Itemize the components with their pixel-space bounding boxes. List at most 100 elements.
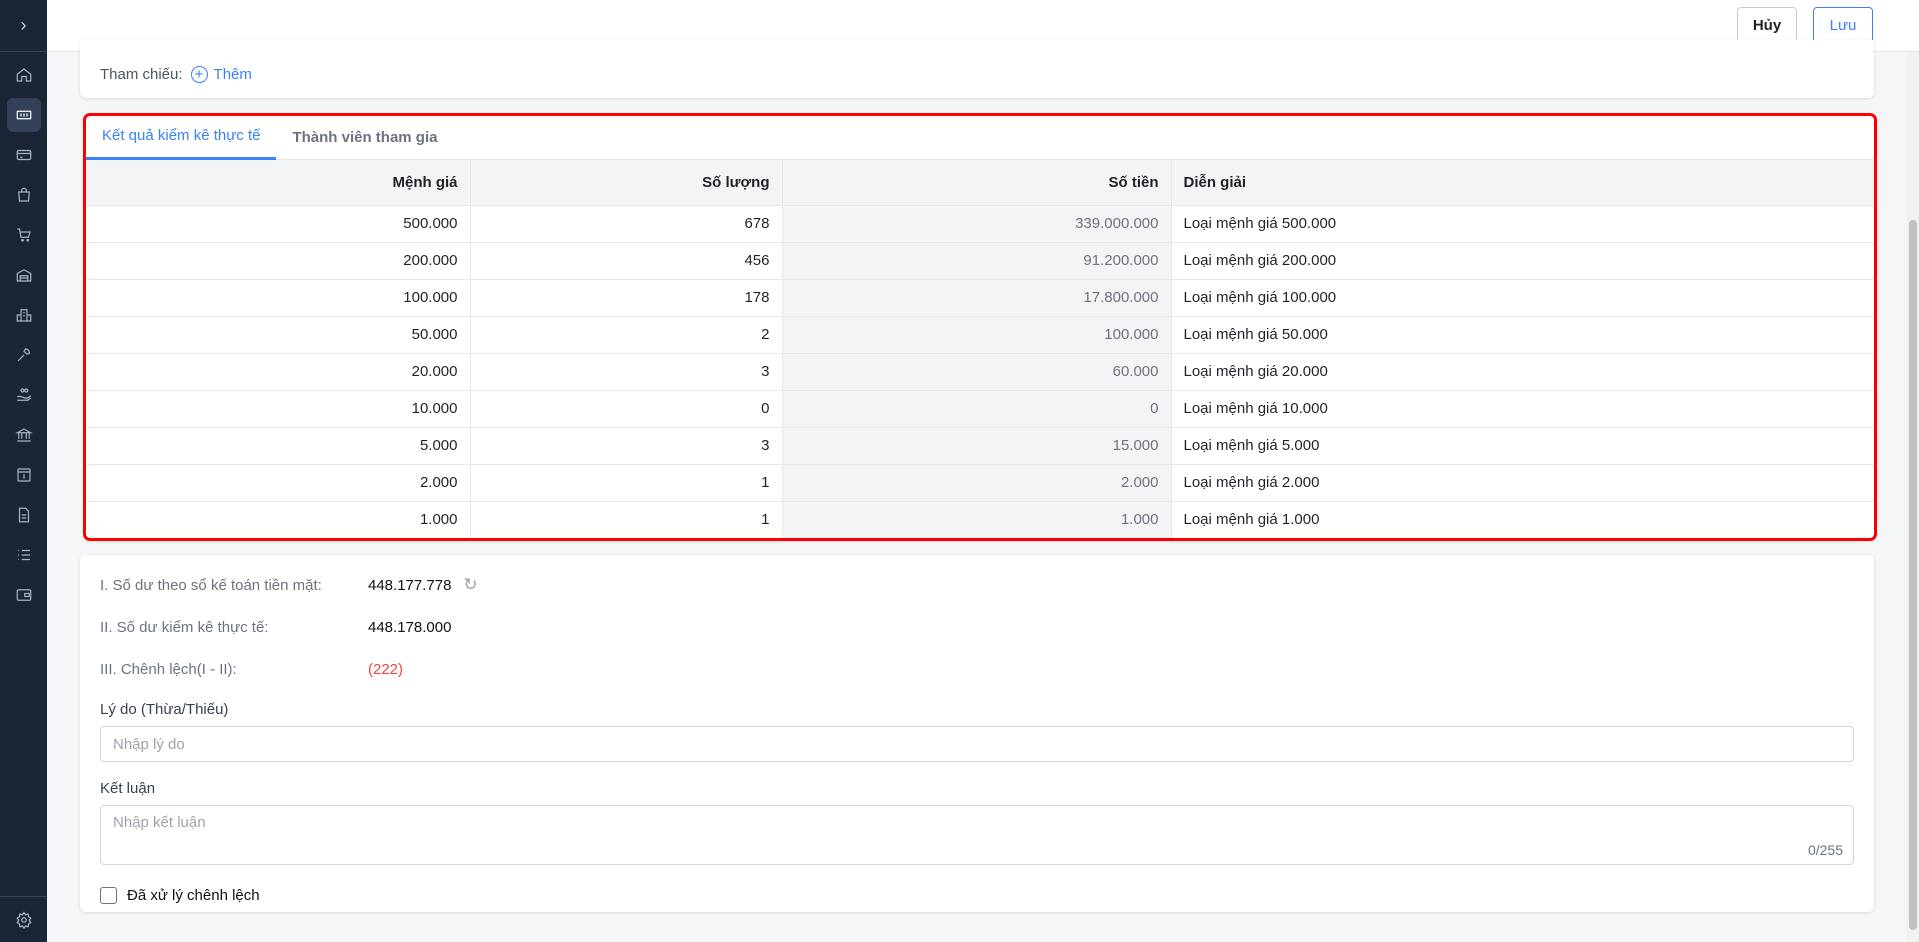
hand-coins-icon	[16, 388, 31, 401]
table-row: 2.000 1 2.000 Loại mệnh giá 2.000	[84, 464, 1876, 502]
amount-cell: 15.000	[782, 427, 1172, 465]
quantity-cell[interactable]: 178	[470, 279, 783, 317]
sidebar-item-home[interactable]	[7, 58, 41, 92]
denomination-cell: 100.000	[84, 279, 471, 317]
checkbox-box[interactable]	[100, 887, 117, 904]
description-cell: Loại mệnh giá 50.000	[1171, 316, 1876, 354]
table-row: 200.000 456 91.200.000 Loại mệnh giá 200.00…	[84, 242, 1876, 280]
buildings-icon	[16, 309, 31, 322]
quantity-cell[interactable]: 1	[470, 464, 783, 502]
sidebar-item-list[interactable]	[7, 538, 41, 572]
plus-circle-icon: +	[190, 65, 208, 83]
quantity-cell[interactable]: 0	[470, 390, 783, 428]
sidebar-item-bank[interactable]	[7, 418, 41, 452]
sidebar-item-tools[interactable]	[7, 338, 41, 372]
quantity-cell[interactable]: 3	[470, 427, 783, 465]
description-cell: Loại mệnh giá 20.000	[1171, 353, 1876, 391]
quantity-cell[interactable]: 2	[470, 316, 783, 354]
quantity-cell[interactable]: 1	[470, 501, 783, 539]
table-row: 20.000 3 60.000 Loại mệnh giá 20.000	[84, 353, 1876, 391]
add-reference-button[interactable]: + Thêm	[190, 65, 252, 83]
summary-card: I. Số dư theo sổ kế toán tiền mặt: 448.17…	[80, 555, 1874, 912]
reference-label: Tham chiếu:	[100, 65, 183, 83]
description-cell: Loại mệnh giá 1.000	[1171, 501, 1876, 539]
warehouse-icon	[16, 269, 31, 282]
col-amount: Số tiền	[782, 160, 1172, 206]
shopping-bag-icon	[17, 187, 30, 202]
col-description: Diễn giải	[1171, 160, 1876, 206]
col-quantity: Số lượng	[470, 160, 783, 206]
sidebar-item-invoice[interactable]	[7, 458, 41, 492]
denomination-cell: 5.000	[84, 427, 471, 465]
difference-label: III. Chênh lệch(I - II):	[100, 660, 237, 678]
chevron-right-icon: ›	[20, 15, 27, 35]
denomination-cell: 200.000	[84, 242, 471, 280]
table-row: 100.000 178 17.800.000 Loại mệnh giá 100.00…	[84, 279, 1876, 317]
invoice-icon	[16, 468, 31, 482]
gear-icon	[15, 910, 32, 929]
description-cell: Loại mệnh giá 10.000	[1171, 390, 1876, 428]
table-row: 50.000 2 100.000 Loại mệnh giá 50.000	[84, 316, 1876, 354]
settings-button[interactable]	[0, 896, 47, 942]
handled-checkbox[interactable]: Đã xử lý chênh lệch	[100, 887, 1854, 904]
save-button[interactable]: Lưu	[1813, 7, 1873, 43]
tools-icon	[17, 348, 30, 362]
sidebar: ›	[0, 0, 47, 942]
amount-cell: 2.000	[782, 464, 1172, 502]
table-row: 500.000 678 339.000.000 Loại mệnh giá 500.0…	[84, 205, 1876, 243]
quantity-cell[interactable]: 678	[470, 205, 783, 243]
description-cell: Loại mệnh giá 100.000	[1171, 279, 1876, 317]
actual-balance-value: 448.178.000	[368, 618, 452, 636]
amount-cell: 60.000	[782, 353, 1172, 391]
scrollbar[interactable]	[1907, 52, 1919, 942]
quantity-cell[interactable]: 456	[470, 242, 783, 280]
sidebar-item-warehouse[interactable]	[7, 258, 41, 292]
description-cell: Loại mệnh giá 2.000	[1171, 464, 1876, 502]
tab-members[interactable]: Thành viên tham gia	[276, 114, 453, 160]
sidebar-item-credit-card[interactable]	[7, 138, 41, 172]
reference-card: Tham chiếu: + Thêm	[80, 40, 1874, 98]
description-cell: Loại mệnh giá 5.000	[1171, 427, 1876, 465]
sidebar-item-buildings[interactable]	[7, 298, 41, 332]
denomination-cell: 500.000	[84, 205, 471, 243]
cash-register-icon	[16, 110, 31, 120]
table-row: 5.000 3 15.000 Loại mệnh giá 5.000	[84, 427, 1876, 465]
denomination-table: Mệnh giá Số lượng Số tiền Diễn giải 500.…	[84, 160, 1876, 539]
denomination-cell: 20.000	[84, 353, 471, 391]
home-icon	[16, 68, 31, 82]
amount-cell: 17.800.000	[782, 279, 1172, 317]
sidebar-item-document[interactable]	[7, 498, 41, 532]
denomination-cell: 1.000	[84, 501, 471, 539]
amount-cell: 100.000	[782, 316, 1172, 354]
handled-label: Đã xử lý chênh lệch	[127, 887, 260, 904]
description-cell: Loại mệnh giá 200.000	[1171, 242, 1876, 280]
conclusion-placeholder: Nhập kết luận	[113, 814, 206, 831]
sidebar-item-wallet[interactable]	[7, 578, 41, 612]
list-icon	[17, 549, 30, 561]
reason-input[interactable]: Nhập lý do	[100, 726, 1854, 762]
sidebar-item-cash-register[interactable]	[6, 98, 41, 132]
cancel-button[interactable]: Hủy	[1737, 7, 1797, 43]
bank-icon	[14, 428, 33, 442]
refresh-icon[interactable]: ↻	[463, 575, 477, 595]
conclusion-textarea[interactable]: Nhập kết luận 0/255	[100, 805, 1854, 865]
add-label: Thêm	[213, 65, 252, 83]
document-icon	[18, 507, 29, 523]
reason-label: Lý do (Thừa/Thiếu)	[100, 701, 229, 718]
sidebar-item-cart[interactable]	[7, 218, 41, 252]
sidebar-toggle[interactable]: ›	[0, 0, 47, 52]
tab-actual-count[interactable]: Kết quả kiểm kê thực tế	[86, 114, 277, 160]
book-balance-value: 448.177.778	[368, 576, 452, 594]
sidebar-item-shopping-bag[interactable]	[7, 178, 41, 212]
scrollbar-thumb[interactable]	[1909, 220, 1917, 930]
count-result-card: Kết quả kiểm kê thực tế Thành viên tham …	[83, 113, 1877, 541]
table-row: 10.000 0 0 Loại mệnh giá 10.000	[84, 390, 1876, 428]
denomination-cell: 50.000	[84, 316, 471, 354]
amount-cell: 91.200.000	[782, 242, 1172, 280]
quantity-cell[interactable]: 3	[470, 353, 783, 391]
book-balance-label: I. Số dư theo sổ kế toán tiền mặt:	[100, 576, 322, 594]
description-cell: Loại mệnh giá 500.000	[1171, 205, 1876, 243]
amount-cell: 1.000	[782, 501, 1172, 539]
sidebar-item-hand-coins[interactable]	[7, 378, 41, 412]
col-denomination: Mệnh giá	[84, 160, 471, 206]
